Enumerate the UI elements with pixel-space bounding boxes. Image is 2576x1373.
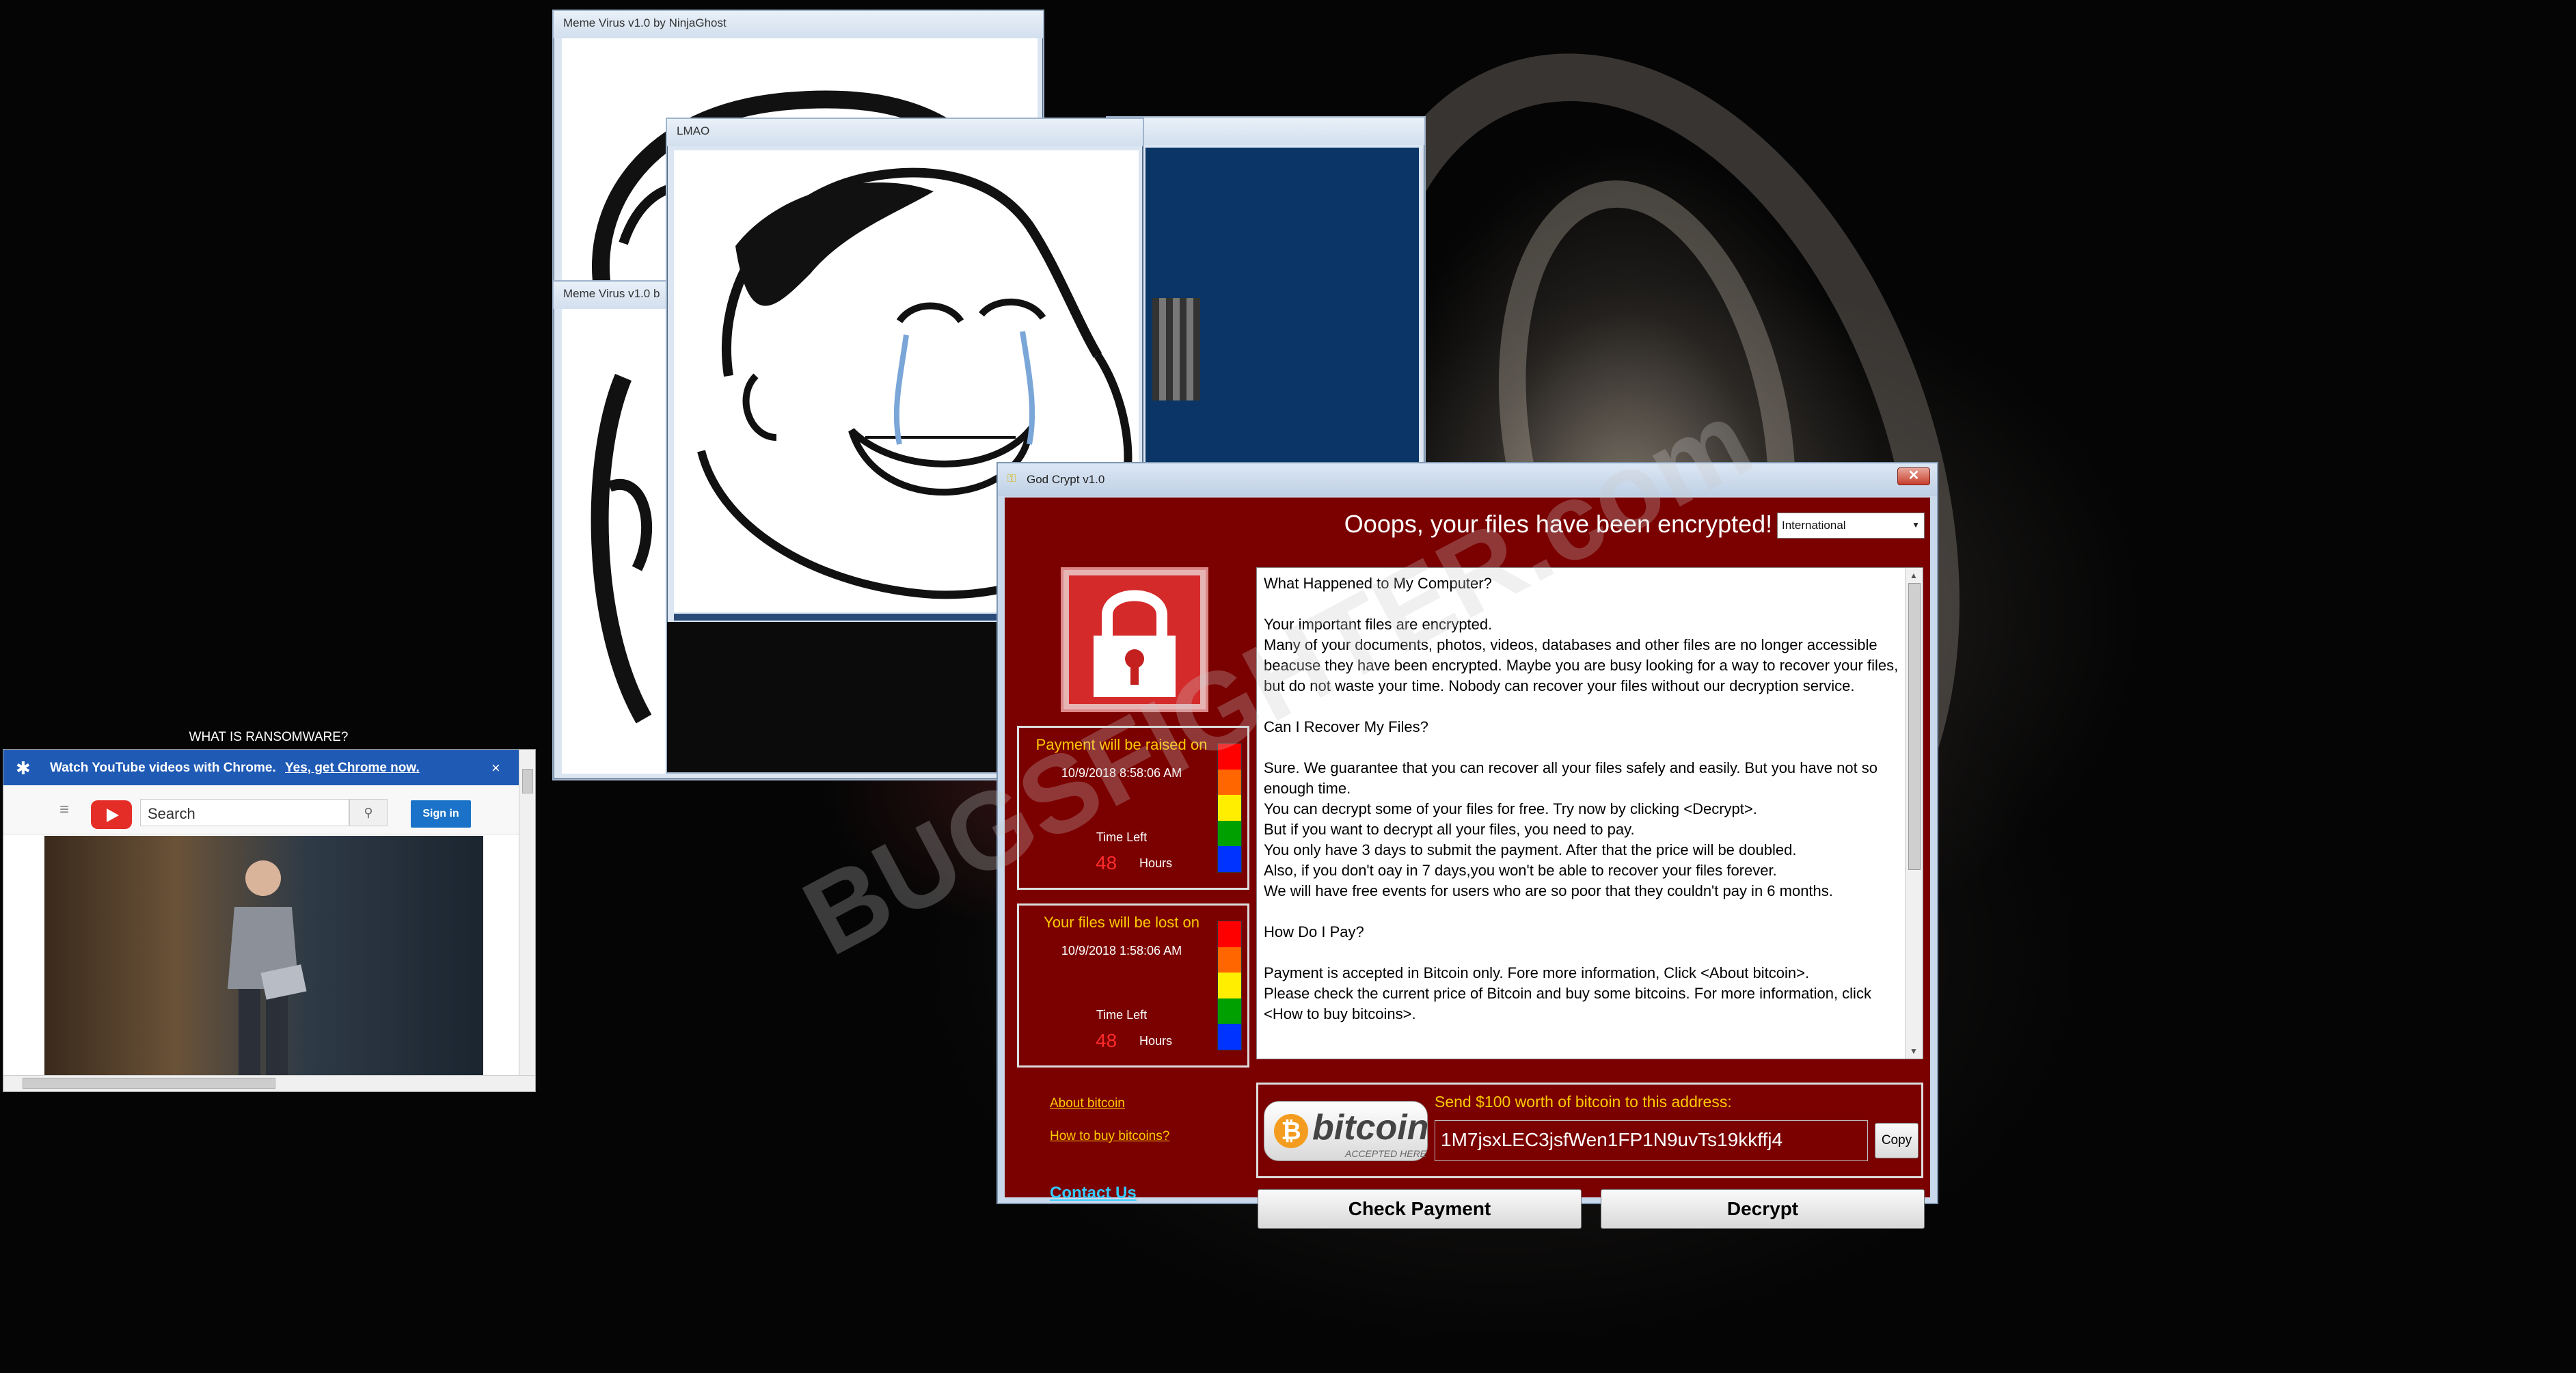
close-button[interactable]: ✕ — [1897, 467, 1930, 485]
bitcoin-logo-sub: ACCEPTED HERE — [1345, 1148, 1427, 1159]
bitcoin-logo-word: bitcoin — [1312, 1108, 1429, 1147]
contact-us-link[interactable]: Contact Us — [1050, 1184, 1137, 1203]
message-line: Also, if you don't oay in 7 days,you won… — [1264, 862, 1777, 879]
get-chrome-link[interactable]: Yes, get Chrome now. — [285, 761, 420, 776]
bitcoin-icon: ₿ — [1274, 1114, 1308, 1148]
video-caption: WHAT IS RANSOMWARE? — [189, 730, 349, 744]
timer-date: 10/9/2018 1:58:06 AM — [1061, 944, 1182, 957]
message-line: Payment is accepted in Bitcoin only. For… — [1264, 964, 1810, 981]
bitcoin-accepted-logo: ₿ bitcoin ACCEPTED HERE — [1264, 1101, 1428, 1161]
video-thumbnail[interactable] — [44, 836, 483, 1075]
chrome-promo-banner: ✱ Watch YouTube videos with Chrome. Yes,… — [3, 750, 520, 785]
title-bar[interactable]: ⚿ God Crypt v1.0 ✕ — [998, 463, 1937, 496]
hours-unit: Hours — [1139, 1034, 1173, 1048]
send-instruction: Send $100 worth of bitcoin to this addre… — [1435, 1093, 1732, 1111]
vertical-scrollbar[interactable] — [519, 750, 535, 1076]
check-payment-button[interactable]: Check Payment — [1258, 1189, 1582, 1229]
chevron-down-icon: ▼ — [1912, 520, 1920, 530]
how-to-buy-bitcoins-link[interactable]: How to buy bitcoins? — [1050, 1129, 1169, 1144]
hours-remaining: 48 — [1096, 852, 1117, 873]
message-line: You only have 3 days to submit the payme… — [1264, 841, 1797, 858]
youtube-embed[interactable]: ✱ Watch YouTube videos with Chrome. Yes,… — [3, 749, 536, 1092]
banner-text: Watch YouTube videos with Chrome. — [50, 761, 276, 775]
timer-color-bars — [1217, 921, 1242, 1050]
about-bitcoin-link[interactable]: About bitcoin — [1050, 1096, 1125, 1111]
message-line — [1264, 901, 1899, 922]
scroll-thumb[interactable] — [23, 1078, 275, 1089]
bitcoin-address-field[interactable]: 1M7jsxLEC3jsfWen1FP1N9uvTs19kkffj4 — [1435, 1120, 1868, 1161]
message-scrollbar[interactable]: ▲ ▼ — [1905, 568, 1923, 1059]
files-lost-timer: Your files will be lost on 10/9/2018 1:5… — [1017, 903, 1249, 1068]
decrypt-button[interactable]: Decrypt — [1601, 1189, 1925, 1229]
hamburger-menu-icon[interactable]: ≡ — [59, 800, 69, 819]
copy-button[interactable]: Copy — [1875, 1123, 1919, 1158]
scroll-down-icon[interactable]: ▼ — [1910, 1046, 1918, 1056]
message-line: But if you want to decrypt all your file… — [1264, 821, 1635, 838]
message-line: Please check the current price of Bitcoi… — [1264, 985, 1871, 1022]
message-line: How Do I Pay? — [1264, 923, 1364, 940]
window-statusbar — [674, 614, 1016, 621]
key-icon: ⚿ — [1007, 473, 1016, 485]
horizontal-scrollbar[interactable] — [3, 1075, 535, 1091]
window-title: LMAO — [667, 119, 1143, 146]
pixel-cat-image — [1152, 298, 1200, 400]
message-line — [1264, 737, 1899, 758]
time-left-label: Time Left — [1096, 1008, 1148, 1022]
language-value: International — [1782, 519, 1846, 532]
star-icon: ✱ — [16, 758, 31, 778]
payment-panel: ₿ bitcoin ACCEPTED HERE Send $100 worth … — [1256, 1083, 1923, 1178]
hours-remaining: 48 — [1096, 1030, 1117, 1051]
message-line: We will have free events for users who a… — [1264, 882, 1833, 899]
close-icon[interactable]: × — [491, 759, 500, 777]
search-input[interactable]: Search — [140, 799, 349, 826]
sign-in-button[interactable]: Sign in — [411, 800, 471, 828]
youtube-logo[interactable] — [91, 800, 132, 829]
search-icon[interactable]: ⚲ — [349, 799, 388, 826]
presenter-image — [228, 860, 307, 1075]
scroll-thumb[interactable] — [1908, 583, 1921, 870]
message-line: You can decrypt some of your files for f… — [1264, 800, 1757, 817]
message-line: Sure. We guarantee that you can recover … — [1264, 759, 1878, 797]
message-line — [1264, 942, 1899, 963]
window-title: God Crypt v1.0 — [1027, 473, 1105, 486]
window-title — [1107, 118, 1424, 145]
window-title: Meme Virus v1.0 by NinjaGhost — [554, 11, 1043, 38]
window-content — [1145, 148, 1419, 462]
scroll-up-icon[interactable]: ▲ — [1910, 571, 1918, 580]
timer-caption: Your files will be lost on — [1044, 914, 1199, 931]
message-line: Can I Recover My Files? — [1264, 718, 1428, 735]
hours-unit: Hours — [1139, 856, 1173, 870]
youtube-header: ≡ Search ⚲ Sign in — [3, 785, 520, 834]
scroll-thumb[interactable] — [522, 769, 533, 793]
language-select[interactable]: International ▼ — [1777, 513, 1925, 539]
nyan-window[interactable] — [1106, 116, 1426, 472]
